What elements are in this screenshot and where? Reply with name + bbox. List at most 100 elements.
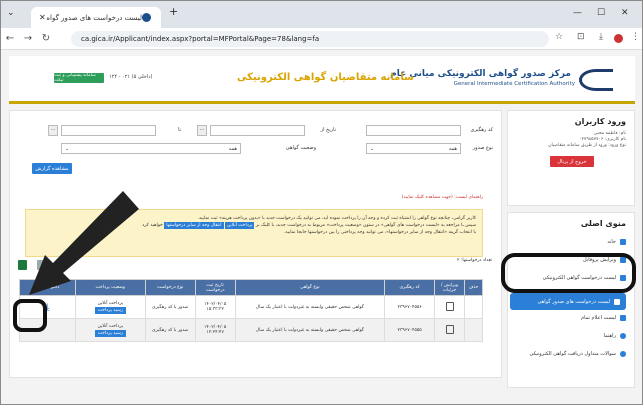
cert-status-select[interactable]: همه ⌄ xyxy=(61,143,241,154)
tracking-code-input[interactable] xyxy=(366,125,461,136)
edit-cell[interactable] xyxy=(434,318,466,342)
date-from-input[interactable] xyxy=(210,125,305,136)
col-download: دانلود گواهی xyxy=(19,279,76,296)
req-type-cell: صدور با کد رهگیری xyxy=(144,295,196,319)
logo-icon xyxy=(579,69,613,91)
menu-title: منوی اصلی xyxy=(580,219,626,228)
menu-item-announcements[interactable]: لیست اعلام تمام xyxy=(510,315,626,321)
tab-bar: ⌄ لیست درخواست های صدور گواه ✕ + — ☐ ✕ xyxy=(1,1,642,28)
back-icon[interactable]: ← xyxy=(1,33,19,44)
table-row: ۲۳۹۶۷۰۴۵۵۵ گواهی شخص حقیقی وابسته به غیر… xyxy=(19,318,483,342)
address-bar-row: ← → ↻ ca.gica.ir/Applicant/index.aspx?po… xyxy=(1,28,642,50)
notice-line1: کاربر گرامی، چنانچه نوع گواهی را اشتباه … xyxy=(197,216,476,221)
user-info: نام: فاطمه محبی نام کاربری: ۰۲۷۹۸۵۷۷۰۶ ن… xyxy=(548,131,626,149)
menu-item-help[interactable]: راهنما xyxy=(510,333,626,339)
notice-line3: با انتخاب گزینه «انتقال وجه از سایر درخو… xyxy=(283,230,476,235)
site-header: مرکز صدور گواهی الکترونیکی میانی عام Gen… xyxy=(9,56,635,104)
notice-suffix: خواهید کرد xyxy=(142,223,163,228)
print-icon[interactable] xyxy=(37,260,47,270)
close-tab-icon[interactable]: ✕ xyxy=(39,13,46,22)
support-ticket-button[interactable]: سامانه پشتیبانی و ثبت تیکت xyxy=(54,73,104,83)
date-to-label: تا xyxy=(178,127,181,133)
tracking-cell: ۲۳۹۶۷۰۴۵۵۶ xyxy=(384,295,436,319)
logo-title: مرکز صدور گواهی الکترونیکی میانی عام xyxy=(390,69,571,79)
receipt-button[interactable]: رسید پرداخت xyxy=(94,329,126,337)
tab-title: لیست درخواست های صدور گواه xyxy=(46,13,142,22)
excel-export-icon[interactable] xyxy=(18,260,27,270)
col-date: تاریخ ثبت درخواست xyxy=(194,279,236,296)
home-icon xyxy=(620,239,626,245)
cert-status-label: وضعیت گواهی xyxy=(285,145,316,151)
notice-online-pay: پرداخت آنلاین xyxy=(224,222,255,229)
login-type: نوع ورود: ورود از طریق سامانه متقاضیان xyxy=(548,143,626,148)
date-to-picker[interactable]: … xyxy=(48,125,58,136)
col-req-type: نوع درخواست xyxy=(144,279,196,296)
logout-button[interactable]: خروج از پرتال xyxy=(550,156,594,167)
logo-subtitle: General Intermediate Certification Autho… xyxy=(453,81,575,87)
menu-item-home[interactable]: خانه xyxy=(510,239,626,245)
request-count: تعداد درخواستها: ۲ xyxy=(457,258,492,263)
tracking-cell: ۲۳۹۶۷۰۴۵۵۵ xyxy=(384,318,436,342)
forward-icon[interactable]: → xyxy=(19,33,37,44)
issue-type-label: نوع صدور xyxy=(472,145,493,151)
col-tracking: کد رهگیری xyxy=(384,279,436,296)
browser-tab[interactable]: لیست درخواست های صدور گواه ✕ xyxy=(31,7,161,28)
delete-cell xyxy=(464,295,483,319)
requests-table: حذف ویرایش / جزئیات کد رهگیری نوع گواهی … xyxy=(19,279,483,342)
menu-dots-icon[interactable]: ⋮ xyxy=(631,32,640,42)
list-guide-link[interactable]: راهنمای لیست: (جهت مشاهده کلیک نمایید) xyxy=(19,195,483,200)
maximize-icon[interactable]: ☐ xyxy=(597,8,605,18)
minimize-icon[interactable]: — xyxy=(573,8,582,18)
tab-menu-icon[interactable]: ⌄ xyxy=(7,8,15,18)
new-tab-icon[interactable]: + xyxy=(169,5,178,18)
date-cell: ۱۴۰۲/۰۴/۰۵ ۱۲:۲۴:۴۷ xyxy=(194,318,236,342)
issue-type-select[interactable]: همه ⌄ xyxy=(366,143,461,154)
details-icon[interactable] xyxy=(445,324,454,334)
payment-cell: پرداخت آنلاین رسید پرداخت xyxy=(74,318,146,342)
edit-cell[interactable] xyxy=(434,295,466,319)
col-delete: حذف xyxy=(464,279,483,296)
menu-item-faq[interactable]: سوالات متداول دریافت گواهی الکترونیکی xyxy=(510,351,626,357)
table-row: ۲۳۹۶۷۰۴۵۵۶ گواهی شخص حقیقی وابسته به غیر… xyxy=(19,295,483,319)
col-payment: وضعیت پرداخت xyxy=(74,279,146,296)
extensions-icon[interactable]: ⊡ xyxy=(577,32,585,42)
delete-cell xyxy=(464,318,483,342)
info-icon xyxy=(620,333,626,339)
view-report-button[interactable]: مشاهده گزارش xyxy=(32,163,72,174)
question-icon xyxy=(620,351,626,357)
url-text: ca.gica.ir/Applicant/index.aspx?portal=M… xyxy=(81,35,320,43)
url-input[interactable]: ca.gica.ir/Applicant/index.aspx?portal=M… xyxy=(71,31,549,47)
login-title: ورود کاربران xyxy=(574,117,626,126)
list-icon xyxy=(614,298,620,305)
cert-type-cell: گواهی شخص حقیقی وابسته به غیردولت با اعت… xyxy=(234,295,386,319)
details-icon[interactable] xyxy=(445,301,454,311)
notice-line2: سپس با مراجعه به «لیست درخواست های گواهی… xyxy=(255,223,476,228)
date-from-picker[interactable]: … xyxy=(197,125,207,136)
date-cell: ۱۴۰۲/۰۴/۰۵ ۱۵:۳۳:۳۲ xyxy=(194,295,236,319)
bell-icon xyxy=(620,315,626,321)
chevron-down-icon: ⌄ xyxy=(370,145,375,152)
highlight-download-annotation xyxy=(13,299,47,332)
star-icon[interactable]: ☆ xyxy=(555,32,563,42)
cert-type-cell: گواهی شخص حقیقی وابسته به غیردولت با اعت… xyxy=(234,318,386,342)
col-edit: ویرایش / جزئیات xyxy=(434,279,466,296)
profile-avatar[interactable] xyxy=(614,34,623,43)
close-window-icon[interactable]: ✕ xyxy=(621,8,629,18)
receipt-button[interactable]: رسید پرداخت xyxy=(94,306,126,314)
col-cert-type: نوع گواهی xyxy=(234,279,386,296)
reload-icon[interactable]: ↻ xyxy=(37,33,55,44)
menu-item-issue-requests[interactable]: لیست درخواست های صدور گواهی xyxy=(510,293,626,310)
tracking-code-label: کد رهگیری xyxy=(470,127,493,133)
page: مرکز صدور گواهی الکترونیکی میانی عام Gen… xyxy=(1,50,642,404)
date-to-input[interactable] xyxy=(61,125,156,136)
main-menu: منوی اصلی خانه ویرایش پروفایل لیست درخوا… xyxy=(507,212,635,388)
payment-notice: کاربر گرامی، چنانچه نوع گواهی را اشتباه … xyxy=(25,209,483,257)
portal-title: سامانه متقاضیان گواهی الکترونیکی xyxy=(237,72,414,83)
date-from-label: تاریخ از xyxy=(320,127,336,133)
highlight-menu-annotation xyxy=(501,253,636,293)
download-icon[interactable]: ⤓ xyxy=(599,32,603,42)
payment-cell: پرداخت آنلاین رسید پرداخت xyxy=(74,295,146,319)
chevron-down-icon: ⌄ xyxy=(65,145,70,152)
support-phone: (داخلی ۵) ۰۲۱ - ۱۲۴ xyxy=(109,74,153,80)
notice-transfer: انتقال وجه از سایر درخواستها xyxy=(164,222,224,229)
